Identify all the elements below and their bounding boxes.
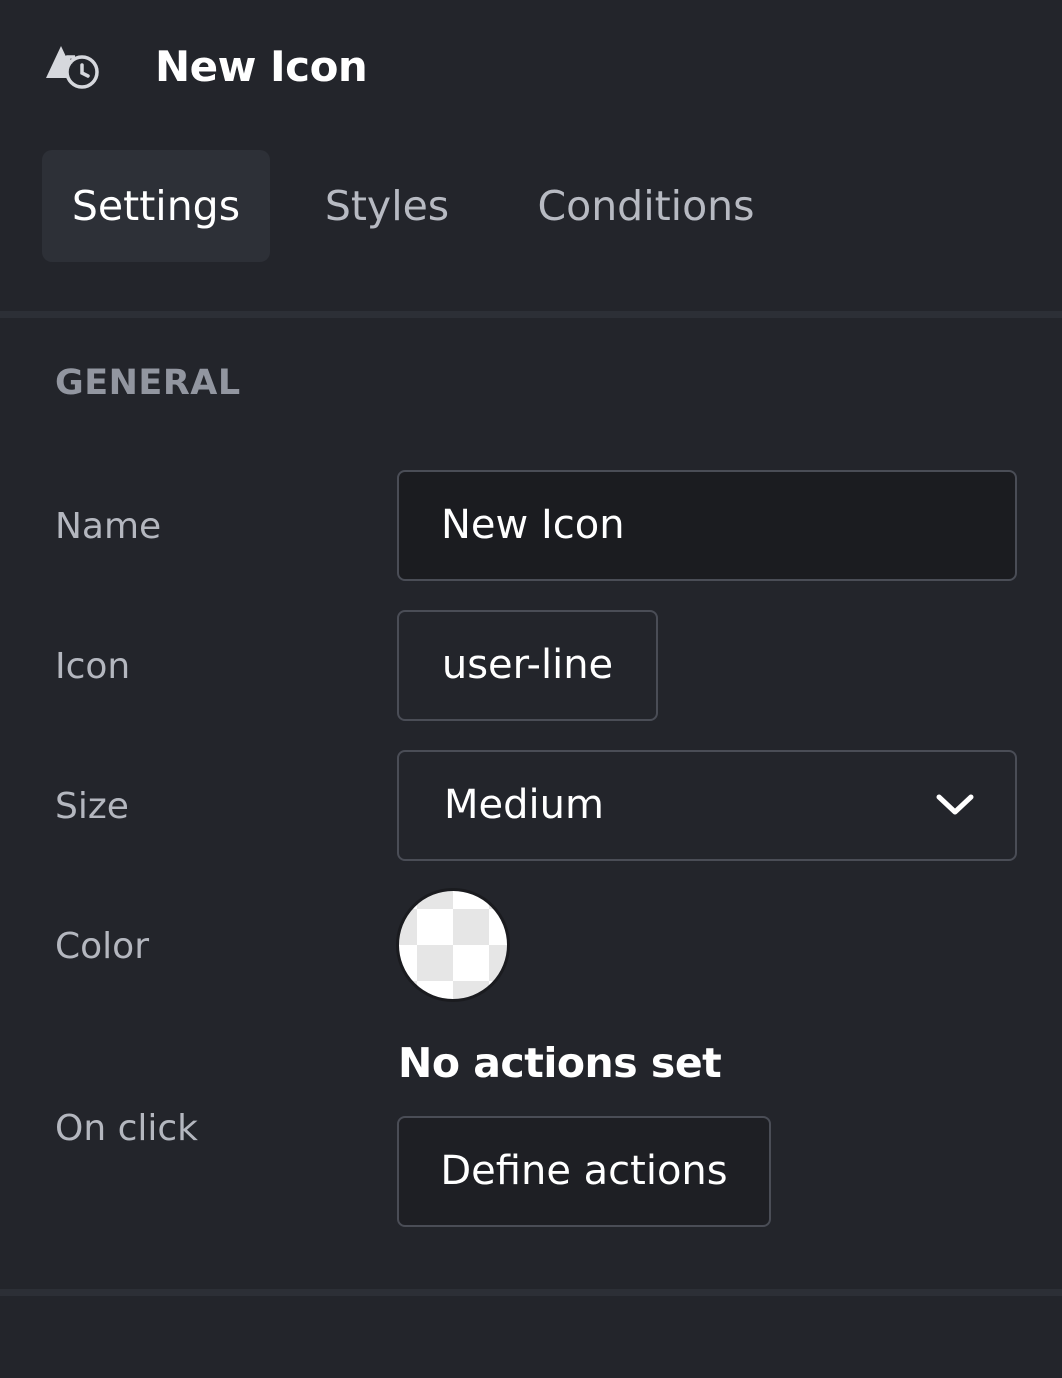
size-select-value: Medium	[444, 782, 604, 828]
color-swatch[interactable]	[396, 888, 510, 1002]
size-select[interactable]: Medium	[397, 750, 1017, 861]
chevron-down-icon	[936, 794, 974, 815]
panel-title: New Icon	[155, 42, 368, 91]
define-actions-button[interactable]: Define actions	[397, 1116, 771, 1227]
tab-conditions[interactable]: Conditions	[504, 150, 788, 262]
section-divider	[0, 311, 1062, 318]
icon-label: Icon	[55, 646, 131, 687]
icon-picker-button[interactable]: user-line	[397, 610, 658, 721]
tab-bar: Settings Styles Conditions	[0, 150, 1062, 262]
section-divider-bottom	[0, 1289, 1062, 1296]
color-label: Color	[55, 926, 149, 967]
name-label: Name	[55, 506, 162, 547]
section-title-general: GENERAL	[55, 363, 241, 403]
panel-header: New Icon	[0, 0, 1062, 130]
tab-settings[interactable]: Settings	[42, 150, 270, 262]
no-actions-status: No actions set	[398, 1039, 722, 1087]
name-input[interactable]: New Icon	[397, 470, 1017, 581]
tab-styles[interactable]: Styles	[300, 150, 474, 262]
on-click-label: On click	[55, 1108, 199, 1149]
shapes-history-icon	[46, 46, 99, 89]
size-label: Size	[55, 786, 129, 827]
